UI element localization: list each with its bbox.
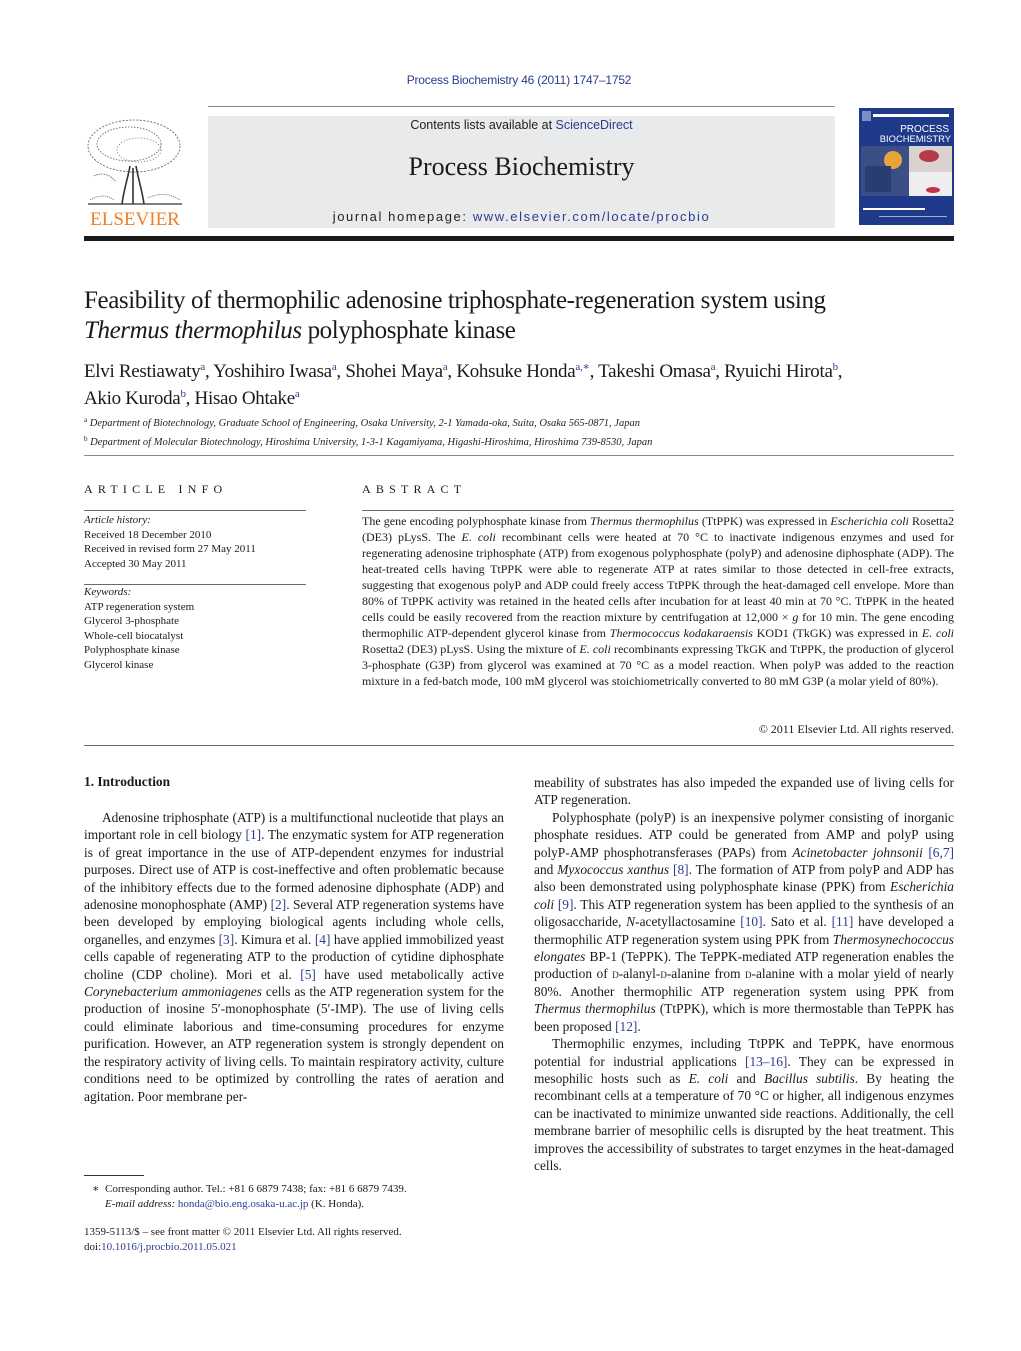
svg-text:ELSEVIER: ELSEVIER — [90, 209, 180, 229]
author[interactable]: Takeshi Omasaa — [598, 361, 715, 382]
keyword: Polyphosphate kinase — [84, 644, 180, 656]
reference-link[interactable]: [6,7] — [928, 845, 954, 860]
author[interactable]: Akio Kurodab — [84, 388, 186, 409]
keyword: ATP regeneration system — [84, 600, 195, 613]
doi-link[interactable]: 10.1016/j.procbio.2011.05.021 — [101, 1241, 237, 1253]
email-link[interactable]: honda@bio.eng.osaka-u.ac.jp — [178, 1198, 308, 1210]
reference-link[interactable]: [10] — [740, 914, 762, 929]
history-label: Article history: — [84, 514, 151, 526]
header-thick-rule — [84, 236, 954, 241]
author[interactable]: Shohei Mayaa — [345, 361, 447, 382]
affiliations: a Department of Biotechnology, Graduate … — [84, 413, 964, 450]
journal-citation-link[interactable]: Process Biochemistry 46 (2011) 1747–1752 — [0, 73, 1021, 87]
email-label: E-mail address: — [105, 1197, 178, 1210]
corresponding-author[interactable]: Kohsuke Hondaa,∗ — [456, 361, 590, 382]
author[interactable]: Ryuichi Hirotab — [724, 361, 838, 382]
footnote-star: ∗ — [92, 1183, 100, 1195]
title-line1: Feasibility of thermophilic adenosine tr… — [84, 287, 826, 314]
article-info: Article history: Received 18 December 20… — [84, 513, 314, 672]
corresponding-author-footnote: ∗ Corresponding author. Tel.: +81 6 6879… — [84, 1182, 514, 1211]
doi-prefix: doi: — [84, 1240, 102, 1253]
footnote-contact: Corresponding author. Tel.: +81 6 6879 7… — [104, 1183, 407, 1195]
reference-link[interactable]: [12] — [615, 1019, 637, 1034]
abstract-end-rule — [84, 745, 954, 746]
keyword: Glycerol kinase — [84, 658, 154, 671]
journal-banner: Contents lists available at ScienceDirec… — [208, 116, 835, 228]
abstract-text: The gene encoding polyphosphate kinase f… — [362, 514, 955, 688]
paragraph: Adenosine triphosphate (ATP) is a multif… — [84, 810, 505, 1104]
body-column-left: Adenosine triphosphate (ATP) is a multif… — [84, 809, 504, 1105]
reference-link[interactable]: [4] — [315, 932, 331, 947]
author-list: Elvi Restiawatya, Yoshihiro Iwasaa, Shoh… — [84, 361, 843, 409]
footnote-rule — [84, 1175, 144, 1176]
reference-link[interactable]: [5] — [300, 967, 316, 982]
affiliation-a: a Department of Biotechnology, Graduate … — [84, 416, 640, 429]
paragraph: Thermophilic enzymes, including TtPPK an… — [534, 1036, 955, 1173]
affiliation-b: b Department of Molecular Biotechnology,… — [84, 434, 653, 448]
abstract-heading: ABSTRACT — [362, 482, 467, 496]
header-rule — [208, 106, 835, 107]
journal-cover-image[interactable]: PROCESS BIOCHEMISTRY — [859, 108, 954, 225]
svg-text:BIOCHEMISTRY: BIOCHEMISTRY — [880, 133, 952, 144]
elsevier-tree-icon: ELSEVIER — [87, 119, 182, 230]
keywords-rule — [84, 584, 306, 585]
paragraph: Polyphosphate (polyP) is an inexpensive … — [534, 809, 954, 1034]
contents-line: Contents lists available at ScienceDirec… — [208, 118, 835, 132]
article-info-heading: ARTICLE INFO — [84, 482, 228, 496]
keywords-label: Keywords: — [84, 586, 132, 598]
reference-link[interactable]: [11] — [832, 914, 854, 929]
abstract-rule — [362, 510, 954, 511]
history-revised: Received in revised form 27 May 2011 — [84, 543, 256, 555]
keyword: Glycerol 3-phosphate — [84, 615, 179, 627]
reference-link[interactable]: [2] — [271, 897, 287, 912]
elsevier-logo[interactable]: ELSEVIER — [84, 116, 186, 230]
front-matter: 1359-5113/$ – see front matter © 2011 El… — [84, 1225, 514, 1254]
email-suffix: (K. Honda). — [308, 1197, 365, 1210]
sciencedirect-link[interactable]: ScienceDirect — [556, 118, 633, 132]
article-info-rule — [84, 510, 306, 511]
homepage-line: journal homepage: www.elsevier.com/locat… — [208, 209, 835, 224]
reference-link[interactable]: [1] — [246, 827, 262, 842]
history-received: Received 18 December 2010 — [84, 528, 212, 541]
homepage-prefix: journal homepage: — [332, 209, 473, 224]
abstract-copyright: © 2011 Elsevier Ltd. All rights reserved… — [758, 722, 954, 736]
author[interactable]: Hisao Ohtakea — [195, 388, 300, 409]
issn-line: 1359-5113/$ – see front matter © 2011 El… — [84, 1226, 402, 1238]
journal-homepage-link[interactable]: www.elsevier.com/locate/procbio — [473, 209, 710, 224]
contents-prefix: Contents lists available at — [410, 118, 556, 132]
reference-link[interactable]: [9] — [558, 897, 574, 912]
history-accepted: Accepted 30 May 2011 — [84, 557, 187, 570]
paragraph: meability of substrates has also impeded… — [534, 775, 954, 808]
section-heading-introduction: 1. Introduction — [84, 774, 171, 789]
author[interactable]: Elvi Restiawatya — [84, 361, 205, 382]
affiliation-rule — [84, 455, 954, 456]
title-species: Thermus thermophilus — [84, 317, 302, 344]
reference-link[interactable]: [3] — [219, 932, 235, 947]
article-title: Feasibility of thermophilic adenosine tr… — [84, 286, 964, 346]
title-rest: polyphosphate kinase — [301, 317, 516, 344]
journal-cover-icon: PROCESS BIOCHEMISTRY — [859, 108, 954, 225]
reference-link[interactable]: [13–16] — [745, 1054, 787, 1069]
author[interactable]: Yoshihiro Iwasaa — [213, 361, 337, 382]
journal-name: Process Biochemistry — [408, 152, 635, 181]
reference-link[interactable]: [8] — [673, 862, 689, 877]
keyword: Whole-cell biocatalyst — [84, 629, 184, 642]
body-column-right: meability of substrates has also impeded… — [534, 774, 954, 1174]
